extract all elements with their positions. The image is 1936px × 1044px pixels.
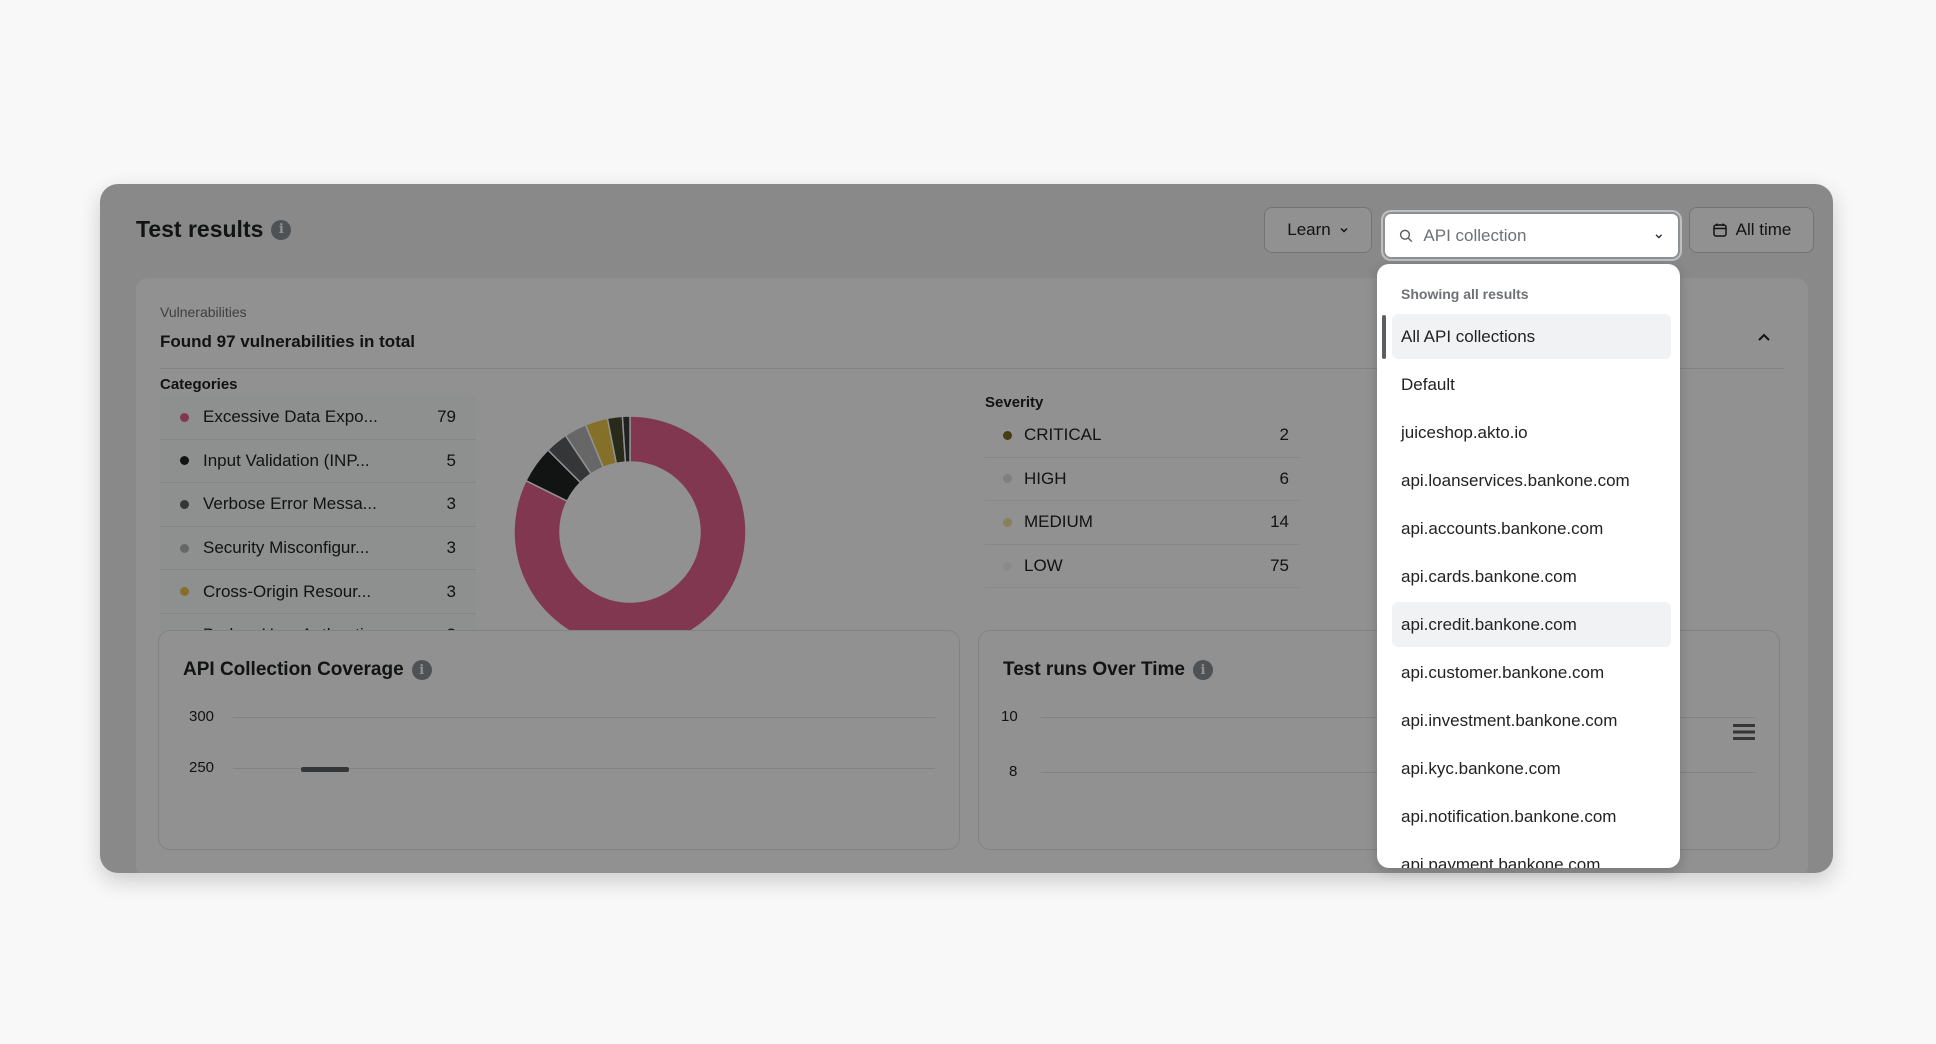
- collection-option[interactable]: All API collections: [1392, 314, 1671, 359]
- collection-option[interactable]: api.notification.bankone.com: [1392, 794, 1671, 839]
- selected-indicator: [1382, 315, 1386, 359]
- collection-option[interactable]: api.accounts.bankone.com: [1392, 506, 1671, 551]
- collection-option[interactable]: api.payment.bankone.com: [1392, 842, 1671, 869]
- collection-option[interactable]: api.loanservices.bankone.com: [1392, 458, 1671, 503]
- collection-option[interactable]: api.customer.bankone.com: [1392, 650, 1671, 695]
- collection-option[interactable]: Default: [1392, 362, 1671, 407]
- api-collection-search-input[interactable]: [1423, 225, 1645, 246]
- collection-options: All API collections Default juiceshop.akto…: [1392, 314, 1671, 868]
- collection-option[interactable]: api.kyc.bankone.com: [1392, 746, 1671, 791]
- dropdown-header: Showing all results: [1401, 286, 1529, 302]
- collection-option[interactable]: api.cards.bankone.com: [1392, 554, 1671, 599]
- collection-option[interactable]: api.investment.bankone.com: [1392, 698, 1671, 743]
- api-collection-select[interactable]: [1383, 212, 1680, 259]
- chevron-down-icon[interactable]: [1654, 230, 1664, 242]
- collection-option[interactable]: api.credit.bankone.com: [1392, 602, 1671, 647]
- search-icon: [1399, 229, 1413, 242]
- api-collection-dropdown: Showing all results All API collections D…: [1377, 264, 1680, 868]
- collection-option[interactable]: juiceshop.akto.io: [1392, 410, 1671, 455]
